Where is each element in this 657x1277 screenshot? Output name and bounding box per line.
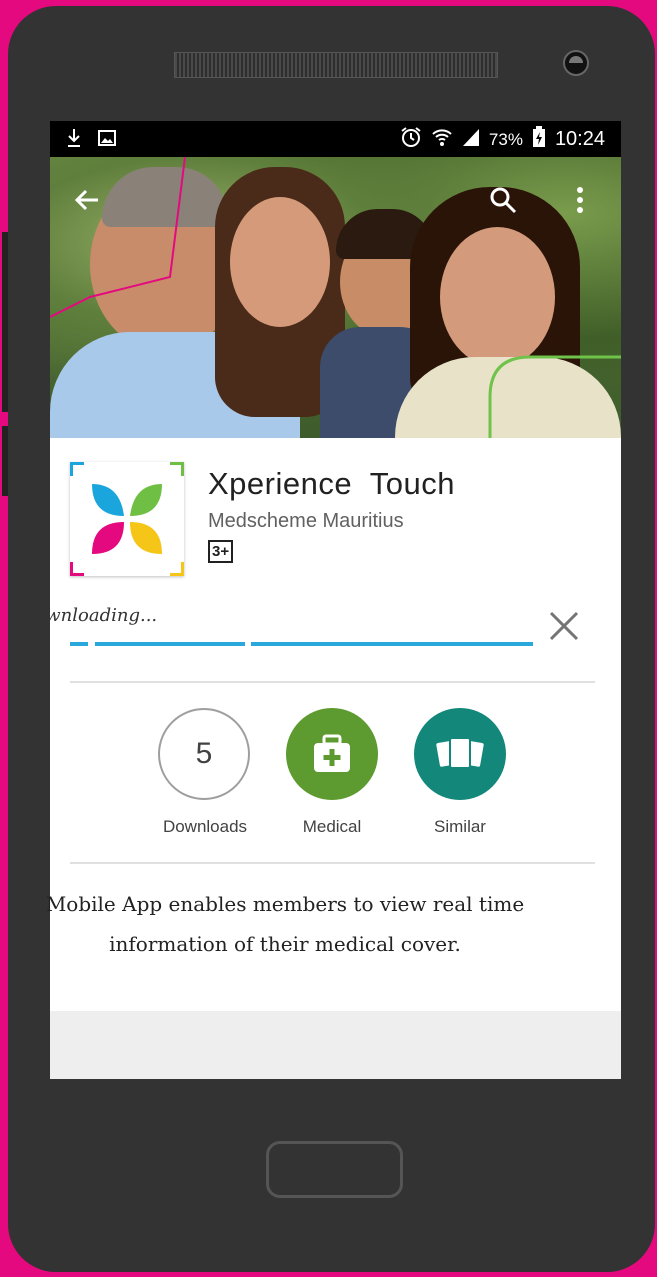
battery-percent: 73%: [488, 129, 523, 149]
search-button[interactable]: [488, 185, 518, 221]
app-title: Xperience Touch: [208, 466, 455, 501]
app-header: Xperience Touch Medscheme Mauritius 3+: [50, 438, 621, 598]
app-developer-link[interactable]: Medscheme Mauritius: [208, 510, 404, 533]
overflow-menu-icon: [577, 187, 583, 213]
cards-stack-icon: [436, 737, 484, 769]
app-logo-icon: [70, 462, 184, 576]
back-button[interactable]: [72, 185, 102, 221]
medical-category-button[interactable]: [286, 708, 378, 800]
battery-icon: [532, 126, 546, 153]
progress-segment: [95, 642, 245, 646]
medical-label[interactable]: Medical: [262, 817, 402, 837]
progress-segment: [70, 642, 88, 646]
wifi-icon: [431, 126, 453, 153]
divider: [70, 862, 595, 864]
home-button[interactable]: [266, 1141, 403, 1198]
close-icon: [549, 611, 579, 641]
app-description: Mobile App enables members to view real …: [45, 892, 525, 956]
content-rating-badge: 3+: [208, 540, 234, 563]
status-bar: 73% 10:24: [50, 121, 621, 157]
similar-apps-button[interactable]: [414, 708, 506, 800]
downloads-count: 5: [195, 737, 213, 770]
alarm-icon: [400, 126, 422, 153]
progress-segment: [251, 642, 533, 646]
downloads-label: Downloads: [162, 817, 248, 836]
download-notification-icon: [66, 128, 82, 153]
divider: [70, 681, 595, 683]
cancel-download-button[interactable]: [548, 610, 580, 648]
overflow-menu-button[interactable]: [574, 185, 586, 221]
clock: 10:24: [554, 128, 605, 150]
front-camera: [563, 50, 589, 76]
power-button: [2, 426, 8, 496]
arrow-left-icon: [74, 189, 98, 211]
feature-banner-image: [50, 157, 621, 438]
bottom-panel: [50, 1011, 621, 1079]
image-notification-icon: [98, 130, 116, 151]
volume-button: [2, 232, 8, 412]
download-status-text: Downloading...: [20, 605, 158, 626]
downloads-badge: 5: [158, 708, 250, 800]
search-icon: [490, 187, 517, 214]
signal-icon: [462, 127, 480, 152]
earpiece-speaker: [174, 52, 498, 78]
similar-label[interactable]: Similar: [390, 817, 530, 837]
decorative-lines: [50, 157, 621, 438]
medical-kit-icon: [314, 734, 350, 772]
